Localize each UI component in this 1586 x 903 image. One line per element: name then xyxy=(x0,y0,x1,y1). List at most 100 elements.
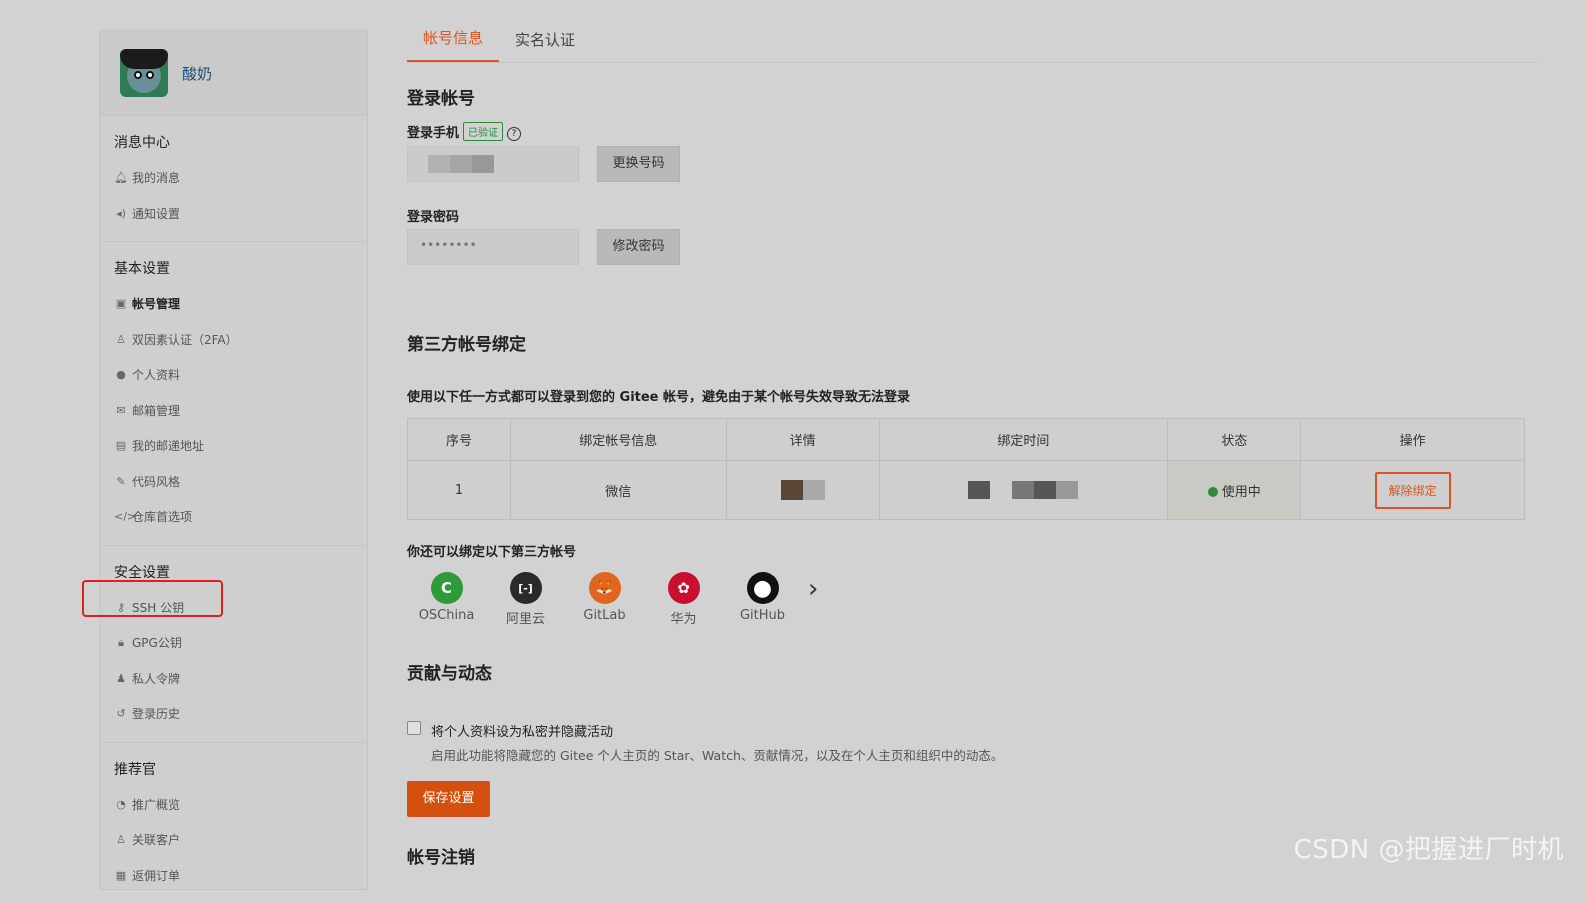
gitlab-icon: 🦊 xyxy=(589,572,621,604)
verified-badge: 已验证 xyxy=(463,122,503,141)
column-header: 详情 xyxy=(726,419,879,461)
third-party-description: 使用以下任一方式都可以登录到您的 Gitee 帐号，避免由于某个帐号失效导致无法… xyxy=(407,386,910,405)
unbind-button[interactable]: 解除绑定 xyxy=(1375,472,1451,509)
provider-huawei[interactable]: ✿ 华为 xyxy=(644,572,723,627)
phone-label: 登录手机 xyxy=(407,126,459,141)
table-header-row: 序号 绑定帐号信息 详情 绑定时间 状态 操作 xyxy=(408,419,1525,461)
sidebar-item-label: 返佣订单 xyxy=(132,867,180,884)
masked-time xyxy=(1034,481,1056,499)
provider-label: GitHub xyxy=(740,608,785,623)
id-card-icon: ▣ xyxy=(114,297,128,310)
oschina-icon: C xyxy=(431,572,463,604)
avatar-eye-right xyxy=(146,71,154,79)
column-header: 绑定时间 xyxy=(879,419,1168,461)
user-icon: ● xyxy=(114,368,128,381)
provider-aliyun[interactable]: [-] 阿里云 xyxy=(486,572,565,627)
masked-time xyxy=(1012,481,1034,499)
third-party-section-title: 第三方帐号绑定 xyxy=(407,330,526,355)
tab-bar: 帐号信息 实名认证 xyxy=(407,0,1537,63)
avatar-eye-left xyxy=(134,71,142,79)
provider-label: OSChina xyxy=(419,608,475,623)
status-dot-icon xyxy=(1208,487,1218,497)
sidebar-item-address[interactable]: ▤ 我的邮递地址 xyxy=(100,428,367,464)
masked-time xyxy=(968,481,990,499)
sidebar-item-label: 关联客户 xyxy=(132,831,180,848)
sidebar-item-promotion-overview[interactable]: ◔ 推广概览 xyxy=(100,787,367,823)
phone-label-row: 登录手机已验证? xyxy=(407,122,521,141)
sidebar-item-email[interactable]: ✉ 邮箱管理 xyxy=(100,393,367,429)
row-index: 1 xyxy=(408,461,511,520)
column-header: 序号 xyxy=(408,419,511,461)
sidebar-item-code-style[interactable]: ✎ 代码风格 xyxy=(100,464,367,500)
help-icon[interactable]: ? xyxy=(507,127,521,141)
password-field[interactable]: •••••••• xyxy=(407,229,579,265)
sidebar-item-label: 双因素认证（2FA） xyxy=(132,331,238,348)
row-details xyxy=(726,461,879,520)
provider-label: GitLab xyxy=(583,608,625,623)
user-link-icon: ♙ xyxy=(114,833,128,846)
user-name[interactable]: 酸奶 xyxy=(182,63,212,84)
sidebar-group-title: 基本设置 xyxy=(100,248,367,286)
tab-account-info[interactable]: 帐号信息 xyxy=(407,27,499,62)
sidebar-item-label: 个人资料 xyxy=(132,366,180,383)
huawei-icon: ✿ xyxy=(668,572,700,604)
code-icon: </> xyxy=(114,510,128,523)
provider-label: 华为 xyxy=(670,612,696,627)
bell-icon: 🔔︎ xyxy=(114,171,128,184)
sidebar-item-label: 通知设置 xyxy=(132,205,180,222)
user-profile-header[interactable]: 酸奶 xyxy=(100,31,367,116)
speaker-icon: ◂) xyxy=(114,207,128,220)
avatar[interactable] xyxy=(120,49,168,97)
sidebar-item-label: 邮箱管理 xyxy=(132,402,180,419)
change-password-button[interactable]: 修改密码 xyxy=(597,229,680,265)
column-header: 绑定帐号信息 xyxy=(510,419,726,461)
sidebar-item-login-history[interactable]: ↺ 登录历史 xyxy=(100,696,367,732)
change-phone-button[interactable]: 更换号码 xyxy=(597,146,680,182)
ssh-highlight-annotation xyxy=(82,580,223,617)
row-bind-time xyxy=(879,461,1168,520)
watermark: CSDN @把握进厂时机 xyxy=(1294,829,1564,866)
sidebar-group-title: 消息中心 xyxy=(100,122,367,160)
sidebar-item-linked-customers[interactable]: ♙ 关联客户 xyxy=(100,822,367,858)
chevron-right-icon[interactable]: › xyxy=(808,574,818,604)
sidebar-group-messages: 消息中心 🔔︎ 我的消息 ◂) 通知设置 xyxy=(100,116,367,242)
private-profile-help: 启用此功能将隐藏您的 Gitee 个人主页的 Star、Watch、贡献情况，以… xyxy=(431,745,1003,764)
activity-section-title: 贡献与动态 xyxy=(407,659,492,684)
tab-real-name[interactable]: 实名认证 xyxy=(499,29,591,62)
private-profile-label[interactable]: 将个人资料设为私密并隐藏活动 xyxy=(431,721,613,740)
sidebar-item-notification-settings[interactable]: ◂) 通知设置 xyxy=(100,196,367,232)
masked-avatar xyxy=(781,480,803,500)
sidebar-item-commission-orders[interactable]: ▦ 返佣订单 xyxy=(100,858,367,894)
sidebar-group-security: 安全设置 ⚷ SSH 公钥 🔒︎ GPG公钥 ♟ 私人令牌 ↺ 登录历史 xyxy=(100,546,367,743)
password-label: 登录密码 xyxy=(407,206,459,225)
sidebar-item-my-messages[interactable]: 🔔︎ 我的消息 xyxy=(100,160,367,196)
status-text: 使用中 xyxy=(1222,485,1261,500)
more-providers-title: 你还可以绑定以下第三方帐号 xyxy=(407,541,576,560)
sidebar-item-private-tokens[interactable]: ♟ 私人令牌 xyxy=(100,661,367,697)
sidebar-item-label: 仓库首选项 xyxy=(132,508,192,525)
masked-phone-part xyxy=(428,155,450,173)
sidebar-item-profile[interactable]: ● 个人资料 xyxy=(100,357,367,393)
sidebar-item-label: 私人令牌 xyxy=(132,670,180,687)
provider-list: C OSChina [-] 阿里云 🦊 GitLab ✿ 华为 ● GitHub… xyxy=(407,572,818,627)
provider-label: 阿里云 xyxy=(506,612,545,627)
masked-phone-part xyxy=(472,155,494,173)
sidebar-item-label: 帐号管理 xyxy=(132,295,180,312)
avatar-hair xyxy=(120,49,168,69)
user-shield-icon: ♙ xyxy=(114,333,128,346)
phone-field[interactable] xyxy=(407,146,579,182)
private-profile-checkbox[interactable] xyxy=(407,721,421,735)
provider-oschina[interactable]: C OSChina xyxy=(407,572,486,623)
save-settings-button[interactable]: 保存设置 xyxy=(407,781,490,817)
sidebar-item-2fa[interactable]: ♙ 双因素认证（2FA） xyxy=(100,322,367,358)
provider-gitlab[interactable]: 🦊 GitLab xyxy=(565,572,644,623)
row-account: 微信 xyxy=(510,461,726,520)
sidebar-item-gpg-keys[interactable]: 🔒︎ GPG公钥 xyxy=(100,625,367,661)
sidebar-item-label: 我的邮递地址 xyxy=(132,437,204,454)
token-icon: ♟ xyxy=(114,672,128,685)
sidebar-item-repo-preferences[interactable]: </> 仓库首选项 xyxy=(100,499,367,535)
provider-github[interactable]: ● GitHub xyxy=(723,572,802,623)
sidebar-item-label: 代码风格 xyxy=(132,473,180,490)
sidebar-item-account-management[interactable]: ▣ 帐号管理 xyxy=(100,286,367,322)
lock-icon: 🔒︎ xyxy=(114,636,128,650)
